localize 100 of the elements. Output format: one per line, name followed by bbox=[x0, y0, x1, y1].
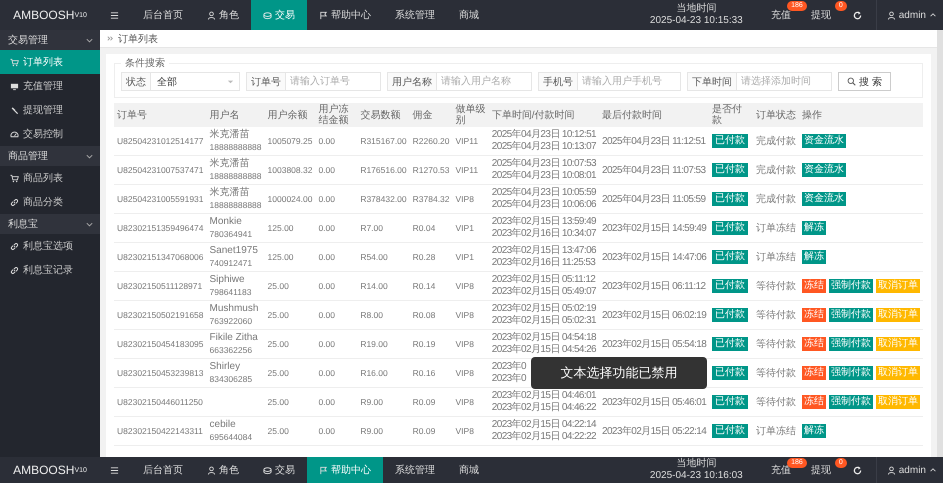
input-field[interactable]: 请输入用户名称 bbox=[436, 72, 532, 91]
table-cell: VIP8 bbox=[452, 184, 489, 214]
input-field[interactable]: 请输入订单号 bbox=[285, 72, 381, 91]
table-cell: 25.00 bbox=[264, 300, 316, 330]
sidebar-item[interactable]: 充值管理 bbox=[0, 74, 100, 98]
sidebar-item[interactable]: 订单列表 bbox=[0, 50, 100, 74]
nav-tab[interactable]: 交易 bbox=[251, 457, 307, 483]
nav-tab[interactable]: 帮助中心 bbox=[307, 457, 383, 483]
sidebar-group[interactable]: 商品管理 bbox=[0, 146, 100, 166]
menu-icon[interactable] bbox=[110, 466, 119, 474]
user-menu[interactable]: admin bbox=[876, 457, 943, 483]
table-cell: VIP8 bbox=[452, 300, 489, 330]
user-name: Monkie bbox=[210, 216, 242, 228]
action-button[interactable]: 解冻 bbox=[802, 221, 826, 235]
sidebar-item[interactable]: 商品列表 bbox=[0, 166, 100, 190]
refresh-icon[interactable] bbox=[852, 466, 862, 474]
nav-tab[interactable]: 系统管理 bbox=[383, 457, 447, 483]
table-cell: 订单冻结 bbox=[752, 416, 799, 446]
action-button[interactable]: 资金流水 bbox=[802, 192, 846, 206]
input-field[interactable]: 请输入用户手机号 bbox=[577, 72, 681, 91]
field-label: 订单号 bbox=[246, 72, 285, 91]
table-cell: R0.08 bbox=[410, 300, 453, 330]
sidebar-group[interactable]: 交易管理 bbox=[0, 30, 100, 50]
user-name: Siphiwe bbox=[210, 274, 245, 286]
caret-icon bbox=[929, 11, 937, 19]
breadcrumb[interactable]: 订单列表 bbox=[118, 32, 158, 46]
table-cell: U82504231007537471 bbox=[114, 156, 207, 184]
deadline-time: 2023年02月15日 05:54:18 bbox=[602, 339, 706, 350]
search-icon bbox=[847, 77, 856, 86]
nav-tab[interactable]: 交易 bbox=[251, 0, 307, 30]
table-cell: U82504231005591931 bbox=[114, 184, 207, 214]
person-icon bbox=[207, 10, 216, 20]
monitor-icon bbox=[10, 82, 19, 90]
field-label: 下单时间 bbox=[687, 72, 736, 91]
pay-time: 2023年02月15日 04:46:22 bbox=[492, 402, 596, 414]
recharge-link[interactable]: 充值 bbox=[770, 8, 791, 22]
action-button[interactable]: 强制付款 bbox=[828, 279, 873, 293]
table-cell: 0.00 bbox=[315, 388, 358, 416]
clock-time: 2025-04-23 10:16:03 bbox=[650, 470, 743, 482]
action-button[interactable]: 强制付款 bbox=[828, 337, 873, 351]
table-cell: VIP8 bbox=[452, 330, 489, 358]
action-button[interactable]: 资金流水 bbox=[802, 163, 846, 177]
status-select[interactable]: 全部 bbox=[150, 72, 240, 91]
withdraw-link[interactable]: 提现 bbox=[810, 8, 831, 22]
table-cell: R9.00 bbox=[357, 388, 410, 416]
action-button[interactable]: 资金流水 bbox=[802, 134, 846, 148]
table-cell: R315167.00 bbox=[357, 127, 410, 156]
table-cell: R9.00 bbox=[357, 416, 410, 446]
nav-tab[interactable]: 商城 bbox=[447, 457, 491, 483]
table-cell: U82302150422143311 bbox=[114, 416, 207, 446]
nav-tab[interactable]: 帮助中心 bbox=[307, 0, 383, 30]
nav-tab[interactable]: 商城 bbox=[447, 0, 491, 30]
action-button[interactable]: 强制付款 bbox=[828, 366, 873, 380]
table-cell: R16.00 bbox=[357, 358, 410, 388]
action-button[interactable]: 解冻 bbox=[802, 250, 826, 264]
field-label: 用户名称 bbox=[387, 72, 436, 91]
deadline-time: 2023年02月15日 05:46:01 bbox=[602, 397, 706, 408]
user-phone: 663362256 bbox=[210, 344, 252, 356]
sidebar-item[interactable]: 利息宝记录 bbox=[0, 258, 100, 282]
order-time: 2023年02月15日 05:11:12 bbox=[492, 274, 596, 286]
table-cell: VIP8 bbox=[452, 358, 489, 388]
table-cell: 等待付款 bbox=[752, 388, 799, 416]
table-cell: 0.00 bbox=[315, 300, 358, 330]
input-field[interactable]: 请选择添加时间 bbox=[736, 72, 832, 91]
scrollbar[interactable] bbox=[937, 30, 943, 457]
refresh-icon[interactable] bbox=[852, 10, 862, 20]
sidebar-group[interactable]: 利息宝 bbox=[0, 214, 100, 234]
deadline-time: 2023年02月15日 06:11:12 bbox=[602, 281, 706, 292]
sidebar-item[interactable]: 提现管理 bbox=[0, 98, 100, 122]
menu-icon[interactable] bbox=[110, 10, 119, 20]
sidebar-item[interactable]: 交易控制 bbox=[0, 122, 100, 146]
double-chevron-icon bbox=[106, 34, 115, 43]
clock-label: 当地时间 bbox=[676, 3, 716, 15]
action-button[interactable]: 强制付款 bbox=[828, 308, 873, 322]
pay-time: 2023年02月16日 10:34:07 bbox=[492, 228, 596, 240]
table-cell: 0.00 bbox=[315, 156, 358, 184]
payment-tag: 已付款 bbox=[712, 279, 748, 293]
nav-tab[interactable]: 角色 bbox=[195, 457, 251, 483]
search-button[interactable]: 搜 索 bbox=[838, 72, 891, 91]
nav-tab[interactable]: 系统管理 bbox=[383, 0, 447, 30]
withdraw-link[interactable]: 提现 bbox=[810, 463, 831, 477]
deadline-time: 2025年04月23日 11:05:59 bbox=[602, 194, 706, 205]
nav-tab[interactable]: 后台首页 bbox=[131, 0, 195, 30]
payment-tag: 已付款 bbox=[712, 250, 748, 264]
table-cell: 25.00 bbox=[264, 416, 316, 446]
user-name: Shirley bbox=[210, 361, 240, 373]
table-cell: R0.04 bbox=[410, 214, 453, 242]
table-cell: VIP11 bbox=[452, 127, 489, 156]
order-time: 2023年02月15日 13:59:49 bbox=[492, 216, 596, 228]
order-time: 2023年02月15日 04:22:14 bbox=[492, 419, 596, 431]
sidebar-item[interactable]: 商品分类 bbox=[0, 190, 100, 214]
deadline-time: 2023年02月15日 05:22:14 bbox=[602, 426, 706, 437]
sidebar-item[interactable]: 利息宝选项 bbox=[0, 234, 100, 258]
column-header: 交易数额 bbox=[357, 103, 410, 127]
action-button[interactable]: 解冻 bbox=[802, 424, 826, 438]
nav-tab[interactable]: 角色 bbox=[195, 0, 251, 30]
action-button[interactable]: 强制付款 bbox=[828, 395, 873, 409]
table-cell: 25.00 bbox=[264, 330, 316, 358]
user-name: cebile bbox=[210, 419, 236, 431]
nav-tab[interactable]: 后台首页 bbox=[131, 457, 195, 483]
